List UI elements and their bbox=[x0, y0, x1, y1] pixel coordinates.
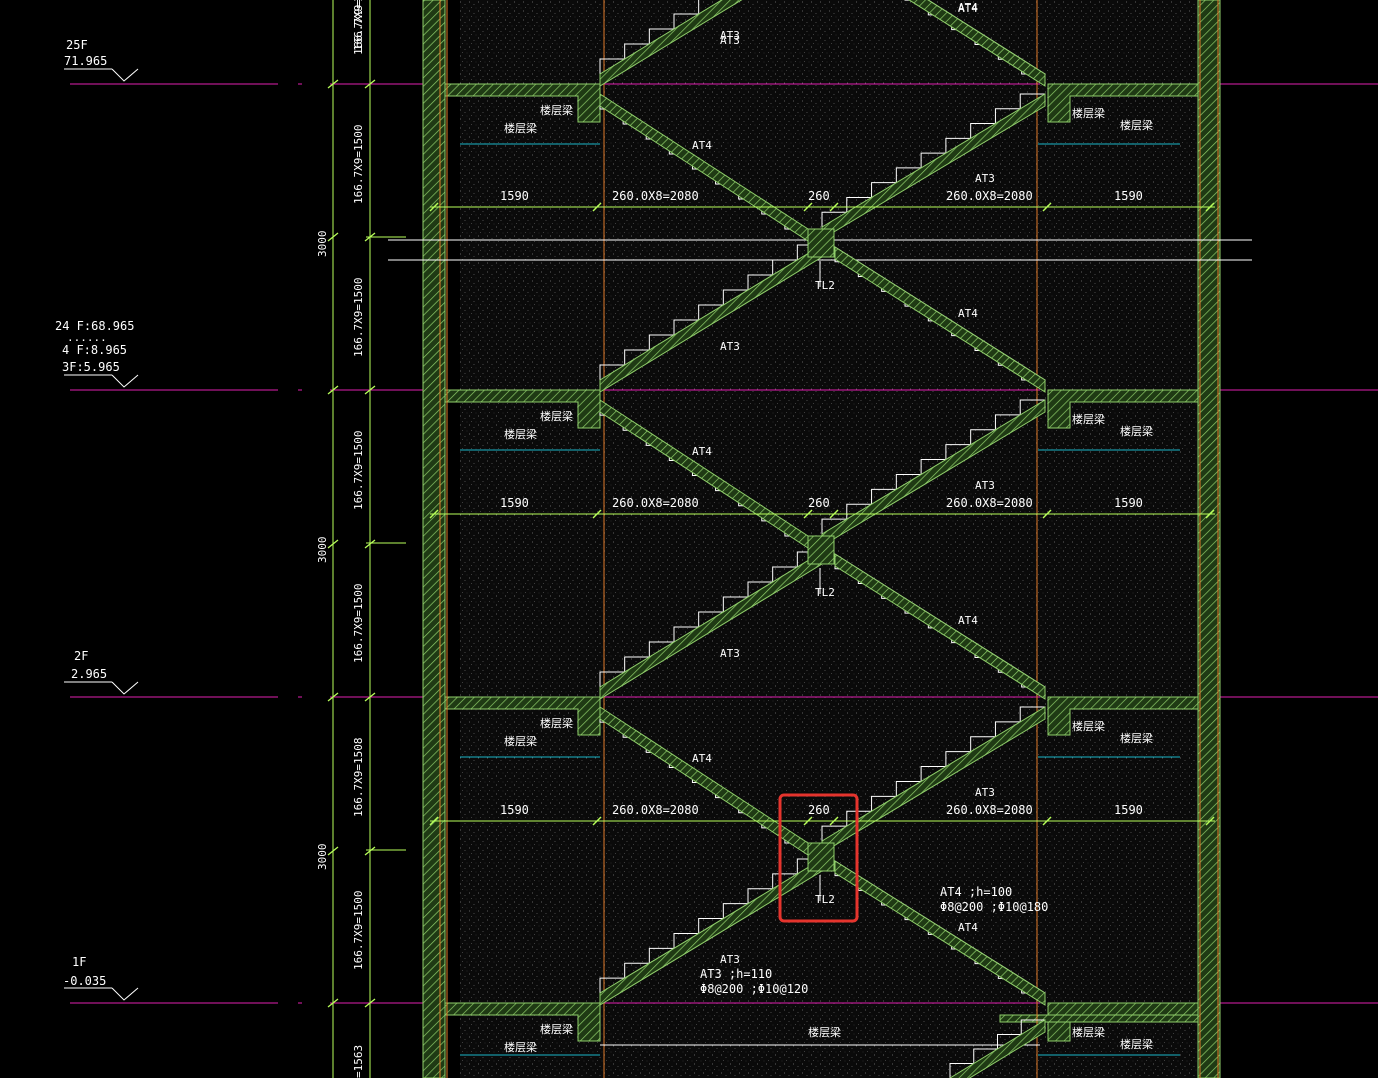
dim-storey: 3000 bbox=[316, 231, 329, 258]
level-25f-elev: 71.965 bbox=[64, 54, 107, 68]
shaft-fill-right bbox=[1040, 0, 1200, 1078]
label-at3: AT3 bbox=[975, 479, 995, 492]
beam-label: 楼层梁 bbox=[540, 716, 573, 730]
label-at4: AT4 bbox=[958, 921, 978, 934]
beam-label: 楼层梁 bbox=[1072, 719, 1105, 733]
dim-landing-left: 1590 bbox=[500, 496, 529, 510]
label-at4: AT4 bbox=[958, 614, 978, 627]
tl2-beam bbox=[807, 228, 835, 258]
dim-flight-lower: 166.7X9=1500 bbox=[352, 278, 365, 357]
level-1f-elev: -0.035 bbox=[63, 974, 106, 988]
level-25f-name: 25F bbox=[66, 38, 88, 52]
label-at4: AT4 bbox=[692, 752, 712, 765]
tl2-beam bbox=[807, 535, 835, 565]
beam-label: 楼层梁 bbox=[504, 121, 537, 135]
dim-storey: 3000 bbox=[316, 537, 329, 564]
dim-treads-left: 260.0X8=2080 bbox=[612, 803, 699, 817]
level-marker-triangle bbox=[111, 681, 139, 695]
label-at4: AT4 bbox=[692, 139, 712, 152]
dim-landing-right: 1590 bbox=[1114, 803, 1143, 817]
beam-label: 楼层梁 bbox=[1120, 118, 1153, 132]
beam-label-center: 楼层梁 bbox=[808, 1025, 841, 1039]
dim-flight-upper: 166.7X9=1500 bbox=[352, 431, 365, 510]
beam-label: 楼层梁 bbox=[504, 1040, 537, 1054]
dim-landing-left: 1590 bbox=[500, 803, 529, 817]
dim-treads-right: 260.0X8=2080 bbox=[946, 189, 1033, 203]
label-tl2: TL2 bbox=[815, 893, 835, 906]
label-at3: AT3 bbox=[975, 786, 995, 799]
beam-label: 楼层梁 bbox=[504, 427, 537, 441]
beam-label: 楼层梁 bbox=[1072, 106, 1105, 120]
level-2f-name: 2F bbox=[74, 649, 88, 663]
beam-label: 楼层梁 bbox=[540, 103, 573, 117]
dim-landing-right: 1590 bbox=[1114, 189, 1143, 203]
tl2-beam bbox=[807, 842, 835, 872]
beam-label: 楼层梁 bbox=[504, 734, 537, 748]
label-at4: AT4 bbox=[958, 307, 978, 320]
beam-label: 楼层梁 bbox=[540, 409, 573, 423]
note-at4-rebar: Φ8@200 ;Φ10@180 bbox=[940, 900, 1048, 914]
dim-gap: 260 bbox=[808, 189, 830, 203]
label-at3: AT3 bbox=[720, 29, 740, 42]
label-at3: AT3 bbox=[975, 172, 995, 185]
dim-flight-lower: 166.7X9=1500 bbox=[352, 891, 365, 970]
beam-label: 楼层梁 bbox=[1120, 731, 1153, 745]
level-1f-name: 1F bbox=[72, 955, 86, 969]
dim-treads-right: 260.0X8=2080 bbox=[946, 803, 1033, 817]
note-at3-rebar: Φ8@200 ;Φ10@120 bbox=[700, 982, 808, 996]
label-tl2: TL2 bbox=[815, 279, 835, 292]
level-marker-triangle bbox=[111, 374, 139, 388]
dim-flight-lower: 166.7X9=1500 bbox=[352, 584, 365, 663]
label-at4: AT4 bbox=[692, 445, 712, 458]
dim-treads-left: 260.0X8=2080 bbox=[612, 189, 699, 203]
level-marker-triangle bbox=[111, 68, 139, 82]
dim-gap: 260 bbox=[808, 496, 830, 510]
dim-bottom: =1563 bbox=[352, 1045, 365, 1078]
label-at3: AT3 bbox=[720, 340, 740, 353]
level-4f-label: 4 F:8.965 bbox=[62, 343, 127, 357]
stair-section-drawing: 楼层梁楼层梁楼层梁楼层梁楼层梁楼层梁楼层梁楼层梁楼层梁楼层梁楼层梁楼层梁楼层梁楼… bbox=[55, 0, 1378, 1078]
dim-landing-left: 1590 bbox=[500, 189, 529, 203]
dim-flight-upper: 166.7X9=1508 bbox=[352, 738, 365, 817]
note-at4-thickness: AT4 ;h=100 bbox=[940, 885, 1012, 899]
left-wall bbox=[422, 0, 446, 1078]
level-3f-label: 3F:5.965 bbox=[62, 360, 120, 374]
dim-landing-right: 1590 bbox=[1114, 496, 1143, 510]
label-at4: AT4 bbox=[958, 2, 978, 15]
right-wall bbox=[1197, 0, 1221, 1078]
dim-flight-upper: 166.7X9=1500 bbox=[352, 125, 365, 204]
dim-flight-top: 166.7X9=1500 bbox=[352, 0, 365, 55]
level-markers: 25F 71.965 24 F:68.965 ...... 4 F:8.965 … bbox=[55, 38, 134, 988]
label-at3: AT3 bbox=[720, 647, 740, 660]
level-2f-elev: 2.965 bbox=[71, 667, 107, 681]
basement-slab bbox=[999, 1014, 1199, 1023]
level-marker-triangle bbox=[111, 987, 139, 1001]
beam-label: 楼层梁 bbox=[1120, 424, 1153, 438]
shaft-fill-left bbox=[460, 0, 600, 1078]
beam-label: 楼层梁 bbox=[1072, 412, 1105, 426]
beam-label: 楼层梁 bbox=[540, 1022, 573, 1036]
dim-storey: 3000 bbox=[316, 844, 329, 871]
beam-label: 楼层梁 bbox=[1072, 1025, 1105, 1039]
label-at3: AT3 bbox=[720, 953, 740, 966]
dim-treads-left: 260.0X8=2080 bbox=[612, 496, 699, 510]
dim-treads-right: 260.0X8=2080 bbox=[946, 496, 1033, 510]
note-at3-thickness: AT3 ;h=110 bbox=[700, 967, 772, 981]
beam-label: 楼层梁 bbox=[1120, 1037, 1153, 1051]
dim-gap: 260 bbox=[808, 803, 830, 817]
label-tl2: TL2 bbox=[815, 586, 835, 599]
